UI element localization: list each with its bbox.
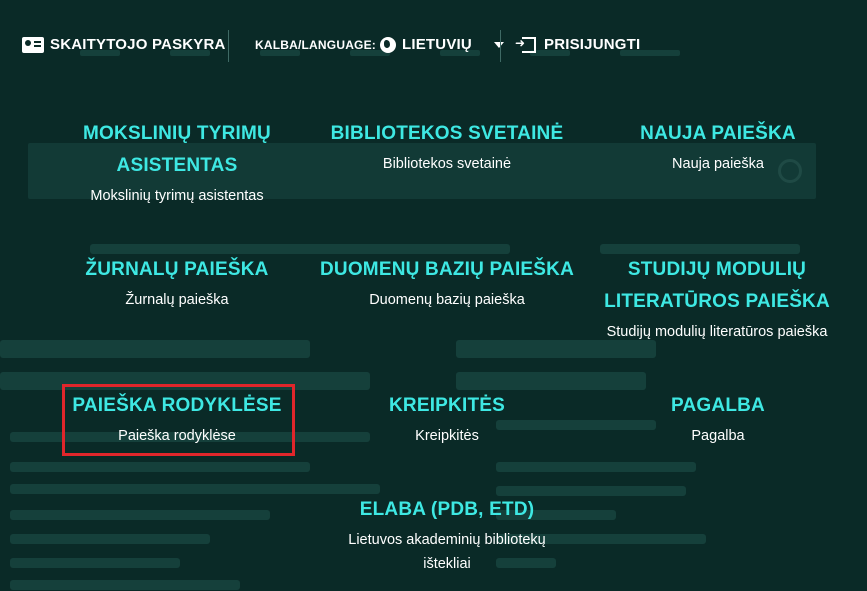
login-label: PRISIJUNGTI: [544, 36, 641, 53]
menu-title-journal-search[interactable]: ŽURNALŲ PAIEŠKA: [62, 254, 292, 286]
menu-item-research-assistant[interactable]: MOKSLINIŲ TYRIMŲ ASISTENTAS Mokslinių ty…: [62, 118, 292, 208]
menu-subtitle-contact: Kreipkitės: [415, 428, 479, 444]
menu-title-research-assistant[interactable]: MOKSLINIŲ TYRIMŲ ASISTENTAS: [62, 118, 292, 182]
menu-item-help[interactable]: PAGALBA Pagalba: [618, 390, 818, 448]
menu-subtitle-research-assistant: Mokslinių tyrimų asistentas: [90, 188, 264, 204]
menu-item-elaba[interactable]: ELABA (PDB, ETD) Lietuvos akademinių bib…: [322, 494, 572, 576]
menu-title-help[interactable]: PAGALBA: [618, 390, 818, 422]
login-icon: [515, 36, 536, 53]
language-label: KALBA/LANGUAGE:: [255, 37, 376, 52]
reader-account-link[interactable]: SKAITYTOJO PASKYRA: [22, 36, 226, 53]
menu-item-index-search[interactable]: PAIEŠKA RODYKLĖSE Paieška rodyklėse: [62, 390, 292, 448]
menu-title-index-search[interactable]: PAIEŠKA RODYKLĖSE: [62, 390, 292, 422]
menu-title-contact[interactable]: KREIPKITĖS: [347, 390, 547, 422]
menu-subtitle-library-website: Bibliotekos svetainė: [382, 156, 512, 172]
menu-item-module-literature-search[interactable]: STUDIJŲ MODULIŲ LITERATŪROS PAIEŠKA Stud…: [588, 254, 846, 344]
menu-item-journal-search[interactable]: ŽURNALŲ PAIEŠKA Žurnalų paieška: [62, 254, 292, 312]
menu-item-database-search[interactable]: DUOMENŲ BAZIŲ PAIEŠKA Duomenų bazių paie…: [312, 254, 582, 312]
menu-subtitle-new-search: Nauja paieška: [672, 156, 764, 172]
menu-title-new-search[interactable]: NAUJA PAIEŠKA: [618, 118, 818, 150]
menu-subtitle-journal-search: Žurnalų paieška: [125, 292, 229, 308]
header-divider: [500, 30, 501, 62]
language-selector[interactable]: KALBA/LANGUAGE: LIETUVIŲ: [255, 36, 504, 53]
menu-title-library-website[interactable]: BIBLIOTEKOS SVETAINĖ: [322, 118, 572, 150]
id-card-icon: [22, 36, 44, 53]
menu-title-elaba[interactable]: ELABA (PDB, ETD): [322, 494, 572, 526]
chevron-down-icon[interactable]: [493, 41, 504, 48]
menu-item-library-website[interactable]: BIBLIOTEKOS SVETAINĖ Bibliotekos svetain…: [322, 118, 572, 176]
menu-item-new-search[interactable]: NAUJA PAIEŠKA Nauja paieška: [618, 118, 818, 176]
menu-item-contact[interactable]: KREIPKITĖS Kreipkitės: [347, 390, 547, 448]
login-link[interactable]: PRISIJUNGTI: [515, 36, 641, 54]
language-value: LIETUVIŲ: [402, 36, 472, 53]
menu-title-module-literature-search[interactable]: STUDIJŲ MODULIŲ LITERATŪROS PAIEŠKA: [588, 254, 846, 318]
menu-subtitle-help: Pagalba: [691, 428, 745, 444]
header-divider: [228, 30, 229, 62]
top-header: SKAITYTOJO PASKYRA KALBA/LANGUAGE: LIETU…: [0, 0, 867, 90]
menu-subtitle-index-search: Paieška rodyklėse: [118, 428, 236, 444]
globe-icon: [380, 36, 396, 53]
menu-subtitle-database-search: Duomenų bazių paieška: [369, 292, 525, 308]
menu-subtitle-elaba: Lietuvos akademinių bibliotekų ištekliai: [348, 532, 546, 572]
reader-account-label: SKAITYTOJO PASKYRA: [50, 36, 226, 53]
menu-title-database-search[interactable]: DUOMENŲ BAZIŲ PAIEŠKA: [312, 254, 582, 286]
menu-subtitle-module-literature-search: Studijų modulių literatūros paieška: [606, 324, 828, 340]
